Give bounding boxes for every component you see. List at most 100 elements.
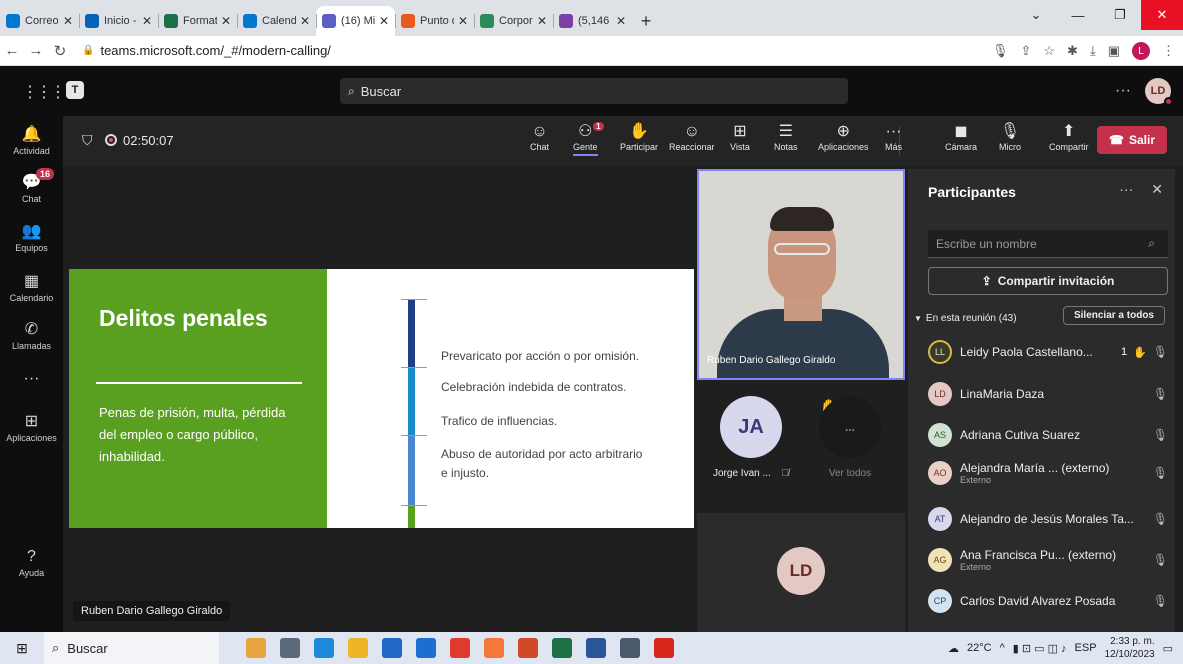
language[interactable]: ESP	[1075, 642, 1097, 654]
toolbar-notes-button[interactable]: ☰ Notas	[774, 122, 798, 152]
close-tab-icon[interactable]: ✕	[458, 14, 468, 28]
close-tab-icon[interactable]: ✕	[142, 14, 152, 28]
browser-tab[interactable]: Formato plan ✕	[158, 6, 237, 36]
reload-button[interactable]: ↻	[48, 42, 72, 60]
store-icon[interactable]	[382, 638, 402, 658]
browser-tab[interactable]: (16) Micr ✕	[316, 6, 395, 36]
rail-item-calendar[interactable]: ▦ Calendario	[0, 271, 63, 303]
profile-avatar[interactable]: L	[1132, 42, 1150, 60]
minimize-button[interactable]: —	[1057, 0, 1099, 30]
mic-off-icon[interactable]: 🎙	[1153, 594, 1168, 608]
close-tab-icon[interactable]: ✕	[300, 14, 310, 28]
close-window-button[interactable]: ✕	[1141, 0, 1183, 30]
participant-row[interactable]: CP Carlos David Alvarez Posada 🎙	[928, 583, 1168, 619]
new-tab-button[interactable]: +	[632, 6, 660, 36]
rail-item-bell[interactable]: 🔔 Actividad	[0, 124, 63, 156]
chrome-icon[interactable]	[450, 638, 470, 658]
participant-row[interactable]: LL Leidy Paola Castellano... 1 ✋ 🎙	[928, 334, 1168, 370]
browser-tab[interactable]: Punto de ate ✕	[395, 6, 474, 36]
menu-icon[interactable]: ⋮	[1162, 43, 1175, 59]
close-tab-icon[interactable]: ✕	[63, 14, 73, 28]
toolbar-view-button[interactable]: ⊞ Vista	[730, 122, 750, 152]
in-meeting-section[interactable]: ▼ En esta reunión (43) Silenciar a todos	[914, 306, 1169, 330]
mic-off-icon[interactable]: 🎙	[1153, 428, 1168, 442]
participant-row[interactable]: AT Alejandro de Jesús Morales Ta... 🎙	[928, 501, 1168, 537]
taskbar-search[interactable]: ⌕ Buscar	[44, 632, 219, 664]
app-launcher-icon[interactable]: ⋮⋮⋮	[22, 82, 66, 102]
mail-icon[interactable]	[416, 638, 436, 658]
windows-start-button[interactable]: ⊞	[0, 632, 44, 664]
toolbar-raise-hand-button[interactable]: ✋ Participar	[620, 122, 658, 152]
toolbar-camera-off-button[interactable]: ◼ Cámara	[945, 122, 977, 152]
download-icon[interactable]: ⤓	[1090, 43, 1096, 59]
toolbar-more-button[interactable]: ··· Más	[885, 122, 902, 152]
toolbar-react-button[interactable]: ☺ Reaccionar	[669, 122, 715, 152]
notifications-icon[interactable]: ▭	[1163, 642, 1173, 655]
rail-item-apps[interactable]: ⊞ Aplicaciones	[0, 411, 63, 443]
toolbar-chat-button[interactable]: ☺ Chat	[530, 122, 549, 152]
mic-icon[interactable]: 🎙	[992, 43, 1009, 59]
close-icon[interactable]: ✕	[1151, 181, 1163, 198]
sidepanel-icon[interactable]: ▣	[1108, 43, 1120, 59]
more-icon[interactable]: ···	[1119, 181, 1133, 198]
mute-all-button[interactable]: Silenciar a todos	[1062, 306, 1165, 325]
rail-item-more[interactable]: ···	[0, 370, 63, 390]
clock[interactable]: 2:33 p. m. 12/10/2023	[1105, 635, 1155, 661]
word-icon[interactable]	[586, 638, 606, 658]
rail-item-teams[interactable]: 👥 Equipos	[0, 221, 63, 253]
toolbar-people-button[interactable]: ⚇ Gente 1	[573, 122, 604, 156]
tray-chevron-icon[interactable]: ^	[1000, 642, 1005, 654]
mic-off-icon[interactable]: 🎙	[1153, 466, 1168, 480]
toolbar-apps-button[interactable]: ⊕ Aplicaciones	[818, 122, 869, 152]
mic-off-icon[interactable]: 🎙	[1153, 387, 1168, 401]
forward-button[interactable]: →	[24, 42, 48, 59]
acrobat-icon[interactable]	[654, 638, 674, 658]
toolbar-share-button[interactable]: ⬆ Compartir	[1049, 122, 1089, 152]
settings-more-icon[interactable]: ···	[1115, 82, 1131, 100]
tray-icons[interactable]: ▮ ⊡ ▭ ◫ ♪	[1013, 642, 1067, 655]
mic-off-icon[interactable]: 🎙	[1153, 512, 1168, 526]
user-avatar[interactable]: LD	[1145, 78, 1173, 106]
back-button[interactable]: ←	[0, 42, 24, 59]
restore-button[interactable]: ❐	[1099, 0, 1141, 30]
url-field[interactable]: 🔒 teams.microsoft.com/_#/modern-calling/	[82, 43, 331, 58]
close-tab-icon[interactable]: ✕	[379, 14, 389, 28]
browser-tab[interactable]: Corporación ✕	[474, 6, 553, 36]
rail-item-phone[interactable]: ✆ Llamadas	[0, 319, 63, 351]
toolbar-mic-off-button[interactable]: 🎙 Micro	[999, 122, 1021, 152]
participant-row[interactable]: LD LinaMaria Daza 🎙	[928, 376, 1168, 412]
mic-off-icon[interactable]: 🎙	[1153, 553, 1168, 567]
browser-tab[interactable]: Correo: Lina ✕	[0, 6, 79, 36]
browser-tab[interactable]: (5,146 correo ✕	[553, 6, 632, 36]
briefcase-icon[interactable]	[246, 638, 266, 658]
participant-row[interactable]: AO Alejandra María ... (externo) Externo 🎙	[928, 455, 1168, 491]
star-icon[interactable]: ☆	[1043, 43, 1055, 59]
file-explorer-icon[interactable]	[348, 638, 368, 658]
participant-row[interactable]: AS Adriana Cutiva Suarez 🎙	[928, 417, 1168, 453]
close-tab-icon[interactable]: ✕	[537, 14, 547, 28]
participant-tile-ld[interactable]: LD	[697, 513, 905, 633]
edge-icon[interactable]	[314, 638, 334, 658]
leave-button[interactable]: ☎ Salir	[1097, 126, 1167, 154]
excel-icon[interactable]	[552, 638, 572, 658]
participant-row[interactable]: AG Ana Francisca Pu... (externo) Externo 🎙	[928, 542, 1168, 578]
participant-tile-jorge[interactable]: JA Jorge Ivan ... 🎙̸	[713, 396, 789, 479]
see-all-tile[interactable]: ... Ver todos	[819, 396, 881, 479]
task-view-icon[interactable]	[280, 638, 300, 658]
image-viewer-icon[interactable]	[620, 638, 640, 658]
close-tab-icon[interactable]: ✕	[221, 14, 231, 28]
firefox-icon[interactable]	[484, 638, 504, 658]
mic-off-icon[interactable]: 🎙	[1153, 345, 1168, 359]
extensions-icon[interactable]: ✱	[1067, 43, 1078, 59]
close-tab-icon[interactable]: ✕	[616, 14, 626, 28]
share-page-icon[interactable]: ⇪	[1020, 43, 1031, 59]
share-invite-button[interactable]: ⇪ Compartir invitación	[928, 267, 1168, 295]
video-tile[interactable]: Ruben Dario Gallego Giraldo	[697, 169, 905, 380]
search-box[interactable]: ⌕ Buscar	[340, 78, 848, 104]
powerpoint-icon[interactable]	[518, 638, 538, 658]
browser-tab[interactable]: Calendario: L ✕	[237, 6, 316, 36]
participant-search-input[interactable]	[928, 230, 1168, 258]
rail-item-chat[interactable]: 💬 Chat 16	[0, 168, 63, 204]
chevron-down-icon[interactable]: ⌄	[1015, 0, 1057, 30]
rail-item-help[interactable]: ? Ayuda	[0, 548, 63, 578]
